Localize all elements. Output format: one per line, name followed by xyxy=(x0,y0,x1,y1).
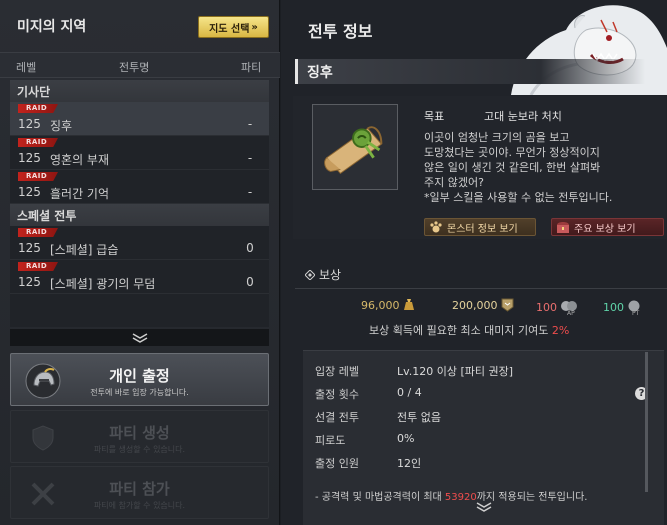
column-name: 전투명 xyxy=(119,61,150,74)
group-header[interactable]: 스페셜 전투 xyxy=(10,204,269,226)
battle-party: 0 xyxy=(246,241,254,255)
list-item[interactable]: RAID 125 [스페셜] 급습 0 xyxy=(10,226,269,260)
reward-chest-icon xyxy=(557,222,569,233)
goal-label: 목표 xyxy=(424,110,445,123)
battle-info-panel: 전투 정보 징후 목표 고대 눈보라 처치 이곳이 엄청난 크기의 곰을 보고 xyxy=(281,0,667,525)
reward-pt-tag: PT xyxy=(632,310,640,317)
join-party-subtitle: 파티에 참가할 수 있습니다. xyxy=(93,501,186,510)
list-item[interactable]: RAID 125 영혼의 부재 - xyxy=(10,136,269,170)
raid-badge: RAID xyxy=(18,262,58,271)
detail-label: 출정 횟수 xyxy=(315,388,359,401)
detail-label: 선결 전투 xyxy=(315,411,359,424)
monster-paw-icon xyxy=(430,221,442,233)
detail-label: 입장 레벨 xyxy=(315,365,359,378)
battle-level: 125 xyxy=(18,151,41,165)
reward-exp: 200,000 xyxy=(452,298,514,312)
create-party-subtitle: 파티를 생성할 수 있습니다. xyxy=(93,445,186,454)
battle-party: - xyxy=(247,151,253,165)
reward-exp-value: 200,000 xyxy=(452,298,498,312)
solo-sortie-subtitle: 전투에 바로 입장 가능합니다. xyxy=(90,388,189,397)
battle-description: 이곳이 엄청난 크기의 곰을 보고 도망쳤다는 곳이야. 무언가 정상적이지 않… xyxy=(424,131,613,204)
battle-name: [스페셜] 광기의 무덤 xyxy=(50,277,156,291)
detail-label: 출정 인원 xyxy=(315,457,359,470)
solo-sortie-button[interactable]: 개인 출정 전투에 바로 입장 가능합니다. xyxy=(10,353,269,406)
reward-ap-tag: AP xyxy=(567,310,575,317)
monster-info-label: 몬스터 정보 보기 xyxy=(447,223,518,235)
list-item[interactable]: RAID 125 [스페셜] 광기의 무덤 0 xyxy=(10,260,269,294)
detail-value: 0% xyxy=(397,432,415,445)
reward-pt: 100 PT xyxy=(603,298,640,317)
details-scrollbar[interactable] xyxy=(645,352,648,492)
reward-title-label: 보상 xyxy=(319,268,342,282)
panel-title: 미지의 지역 xyxy=(17,19,87,35)
detail-value: Lv.120 이상 [파티 권장] xyxy=(397,365,514,378)
detail-value: 12인 xyxy=(397,457,422,470)
reward-ap: 100 AP xyxy=(536,298,577,317)
monster-info-button[interactable]: 몬스터 정보 보기 xyxy=(424,218,536,236)
battle-level: 125 xyxy=(18,185,41,199)
list-item[interactable]: RAID 125 징후 - xyxy=(10,102,269,136)
battle-name: [스페셜] 급습 xyxy=(50,243,119,257)
reward-section-title: 보상 xyxy=(305,266,341,283)
create-party-title: 파티 생성 xyxy=(109,424,170,442)
battle-party: - xyxy=(247,185,253,199)
battle-name-header: 징후 xyxy=(295,59,645,84)
battle-name-heading: 징후 xyxy=(307,65,333,81)
min-damage-note: 보상 획득에 필요한 최소 대미지 기여도 2% xyxy=(369,322,569,338)
detail-value: 0 / 4 xyxy=(397,386,422,399)
list-header: 레벨 전투명 파티 xyxy=(0,52,280,78)
reward-gold: 96,000 xyxy=(361,298,415,312)
battle-level: 125 xyxy=(18,241,41,255)
column-level: 레벨 xyxy=(16,61,37,74)
reward-ap-value: 100 xyxy=(536,301,557,314)
double-chevron-down-icon xyxy=(132,332,147,343)
solo-sortie-title: 개인 출정 xyxy=(109,367,170,385)
experience-badge-icon xyxy=(501,298,513,312)
min-damage-value: 2% xyxy=(551,324,570,337)
main-reward-button[interactable]: 주요 보상 보기 xyxy=(551,218,664,236)
double-chevron-right-icon: » xyxy=(251,21,258,33)
raid-badge: RAID xyxy=(18,172,58,181)
list-item[interactable]: RAID 125 흘러간 기억 - xyxy=(10,170,269,204)
area-list-panel: 미지의 지역 지도 선택 » 레벨 전투명 파티 기사단 RAID 125 징후… xyxy=(0,0,280,525)
create-party-button[interactable]: 파티 생성 파티를 생성할 수 있습니다. xyxy=(10,410,269,463)
battle-name: 영혼의 부재 xyxy=(50,153,110,167)
map-select-label: 지도 선택 xyxy=(209,23,250,35)
join-party-button[interactable]: 파티 참가 파티에 참가할 수 있습니다. xyxy=(10,466,269,519)
reward-gold-value: 96,000 xyxy=(361,298,400,312)
diamond-icon xyxy=(305,269,315,280)
group-header[interactable]: 기사단 xyxy=(10,80,269,102)
details-scroll-down[interactable] xyxy=(303,501,664,515)
detail-label: 피로도 xyxy=(315,434,346,447)
list-scroll-down[interactable] xyxy=(10,329,269,346)
map-select-button[interactable]: 지도 선택 » xyxy=(198,16,269,38)
main-reward-label: 주요 보상 보기 xyxy=(574,223,636,235)
double-chevron-down-icon xyxy=(476,502,491,512)
raid-badge: RAID xyxy=(18,104,58,113)
battle-party: 0 xyxy=(246,275,254,289)
battle-level: 125 xyxy=(18,275,41,289)
battle-level: 125 xyxy=(18,117,41,131)
goal-value: 고대 눈보라 처치 xyxy=(484,110,562,123)
battle-party: - xyxy=(247,117,253,131)
battle-select-window: 미지의 지역 지도 선택 » 레벨 전투명 파티 기사단 RAID 125 징후… xyxy=(0,0,667,525)
quest-scroll-icon xyxy=(312,104,398,190)
battle-name: 흘러간 기억 xyxy=(50,187,110,201)
raid-badge: RAID xyxy=(18,228,58,237)
reward-divider xyxy=(295,288,667,289)
raid-badge: RAID xyxy=(18,138,58,147)
detail-value: 전투 없음 xyxy=(397,411,441,424)
info-title: 전투 정보 xyxy=(308,22,373,41)
battle-details: 입장 레벨 Lv.120 이상 [파티 권장] 출정 횟수 0 / 4 ? 선결… xyxy=(303,350,664,525)
column-party: 파티 xyxy=(241,61,262,74)
battle-list: 기사단 RAID 125 징후 - RAID 125 영혼의 부재 - RAID… xyxy=(10,80,269,327)
join-party-title: 파티 참가 xyxy=(109,480,170,498)
battle-name: 징후 xyxy=(50,119,73,133)
min-damage-text: 보상 획득에 필요한 최소 대미지 기여도 xyxy=(369,324,549,337)
reward-pt-value: 100 xyxy=(603,301,624,314)
gold-pouch-icon xyxy=(403,299,414,310)
